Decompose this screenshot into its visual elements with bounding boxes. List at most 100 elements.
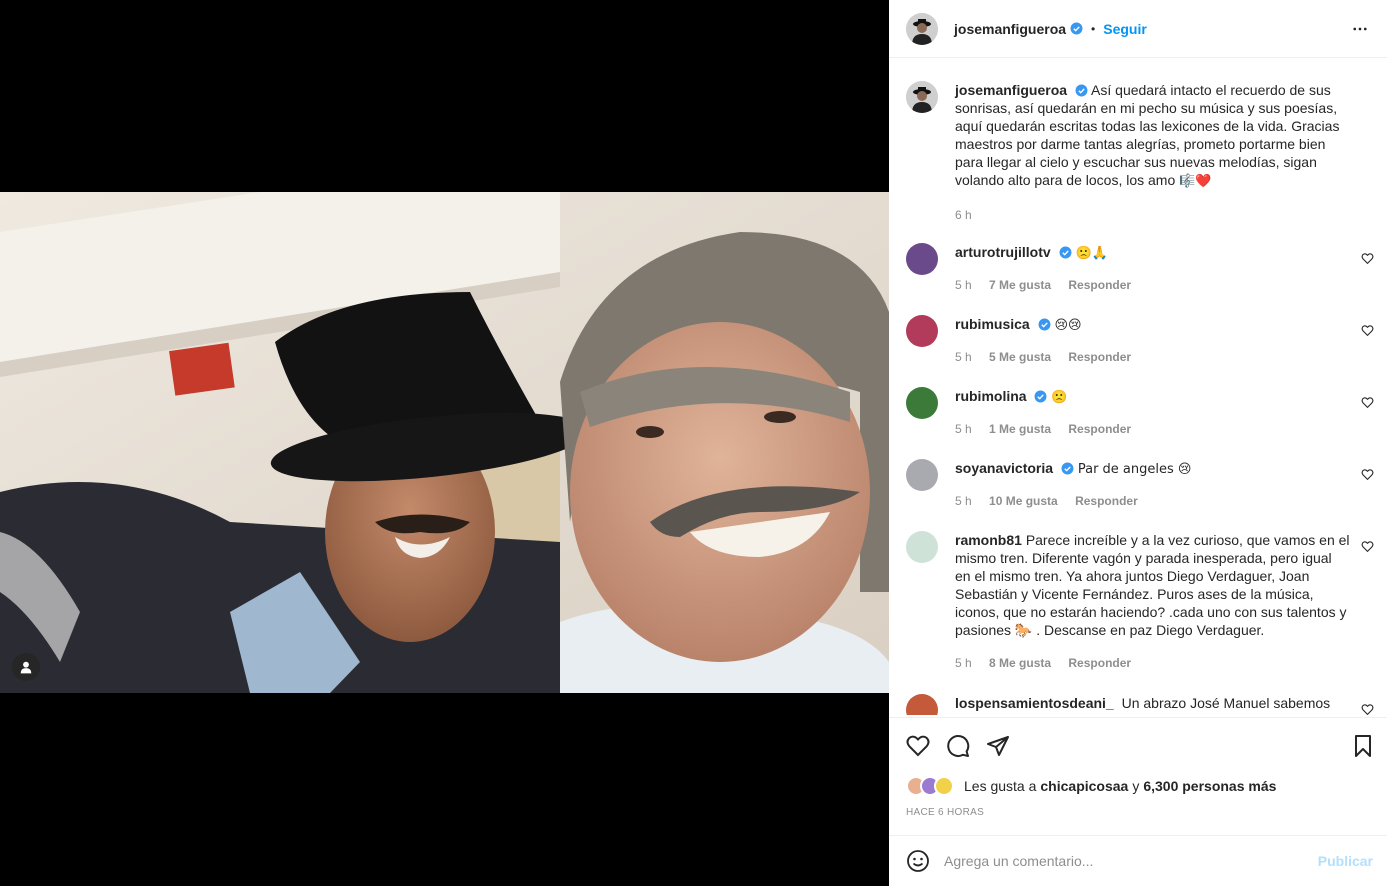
verified-badge-icon — [1059, 246, 1072, 259]
likes-connector: y — [1132, 778, 1140, 794]
comment-meta: 5 h 7 Me gusta Responder — [955, 278, 1145, 292]
caption-time: 6 h — [955, 208, 972, 222]
like-comment-heart-icon[interactable] — [1361, 468, 1374, 481]
comment-time: 5 h — [955, 422, 972, 436]
caption-username[interactable]: josemanfigueroa — [955, 82, 1067, 98]
comment-text-block: arturotrujillotv 🙁🙏 — [955, 243, 1350, 263]
like-comment-heart-icon[interactable] — [1361, 324, 1374, 337]
like-comment-heart-icon[interactable] — [1361, 703, 1374, 715]
more-options-icon[interactable] — [1351, 20, 1369, 38]
verified-badge-icon — [1034, 390, 1047, 403]
comment-item: rubimolina 🙁 5 h 1 Me gusta Responder — [906, 387, 1376, 447]
comment-item: rubimusica 😢😢 5 h 5 Me gusta Responder — [906, 315, 1376, 375]
post-media — [0, 0, 889, 886]
publish-button[interactable]: Publicar — [1318, 853, 1373, 869]
post-header: josemanfigueroa • Seguir — [889, 0, 1387, 58]
comment-likes[interactable]: 5 Me gusta — [989, 350, 1051, 364]
post-caption: josemanfigueroa Así quedará intacto el r… — [906, 81, 1376, 231]
like-comment-heart-icon[interactable] — [1361, 540, 1374, 553]
photo-illustration — [0, 192, 889, 693]
caption-meta: 6 h — [955, 208, 986, 222]
verified-badge-icon — [1061, 462, 1074, 475]
comment-likes[interactable]: 1 Me gusta — [989, 422, 1051, 436]
commenter-username[interactable]: ramonb81 — [955, 532, 1022, 548]
comment-text-block: ramonb81 Parece increíble y a la vez cur… — [955, 531, 1350, 639]
comment-time: 5 h — [955, 278, 972, 292]
comment-text: Par de angeles 😢 — [1077, 462, 1192, 477]
follow-button[interactable]: Seguir — [1103, 21, 1147, 37]
comment-meta: 5 h 10 Me gusta Responder — [955, 494, 1152, 508]
commenter-avatar[interactable] — [906, 315, 938, 347]
comment-meta: 5 h 8 Me gusta Responder — [955, 656, 1145, 670]
likes-count[interactable]: 6,300 personas más — [1143, 778, 1276, 794]
verified-badge-icon — [1075, 84, 1088, 97]
instagram-post-modal: josemanfigueroa • Seguir josemanfigueroa… — [0, 0, 1387, 886]
user-icon — [20, 661, 32, 674]
like-comment-heart-icon[interactable] — [1361, 252, 1374, 265]
comments-list[interactable]: josemanfigueroa Así quedará intacto el r… — [889, 59, 1387, 715]
post-side-panel: josemanfigueroa • Seguir josemanfigueroa… — [889, 0, 1387, 886]
commenter-avatar[interactable] — [906, 243, 938, 275]
share-paper-plane-icon[interactable] — [986, 734, 1010, 758]
avatar-image — [906, 12, 938, 45]
commenter-username[interactable]: soyanavictoria — [955, 460, 1053, 476]
author-avatar[interactable] — [906, 81, 938, 113]
comment-text: 🙁 — [1051, 390, 1068, 405]
comment-text-block: lospensamientosdeani_ Un abrazo José Man… — [955, 694, 1350, 715]
caption-text-block: josemanfigueroa Así quedará intacto el r… — [955, 81, 1355, 191]
post-timestamp[interactable]: HACE 6 HORAS — [906, 807, 984, 818]
commenter-avatar[interactable] — [906, 459, 938, 491]
comment-time: 5 h — [955, 656, 972, 670]
comment-text: 😢😢 — [1054, 318, 1082, 333]
commenter-username[interactable]: lospensamientosdeani_ — [955, 695, 1114, 711]
reply-button[interactable]: Responder — [1068, 422, 1131, 436]
reply-button[interactable]: Responder — [1068, 350, 1131, 364]
likes-summary: Les gusta a chicapicosaa y 6,300 persona… — [906, 776, 1276, 796]
commenter-avatar[interactable] — [906, 694, 938, 715]
verified-badge-icon — [1038, 318, 1051, 331]
comment-meta: 5 h 5 Me gusta Responder — [955, 350, 1145, 364]
tagged-users-button[interactable] — [12, 653, 40, 681]
comment-input[interactable] — [944, 853, 1304, 869]
liker-avatar — [934, 776, 954, 796]
add-comment-bar: Publicar — [889, 835, 1387, 886]
liker-avatars — [906, 776, 954, 796]
verified-badge-icon — [1070, 22, 1083, 35]
commenter-avatar[interactable] — [906, 387, 938, 419]
comment-likes[interactable]: 10 Me gusta — [989, 494, 1058, 508]
comment-item: ramonb81 Parece increíble y a la vez cur… — [906, 531, 1376, 671]
comment-text-block: rubimusica 😢😢 — [955, 315, 1350, 335]
reply-button[interactable]: Responder — [1075, 494, 1138, 508]
comment-meta: 5 h 1 Me gusta Responder — [955, 422, 1145, 436]
comment-text: 🙁🙏 — [1075, 246, 1108, 261]
comment-item: lospensamientosdeani_ Un abrazo José Man… — [906, 694, 1376, 715]
commenter-username[interactable]: arturotrujillotv — [955, 244, 1051, 260]
comment-text-block: soyanavictoria Par de angeles 😢 — [955, 459, 1350, 479]
comment-time: 5 h — [955, 350, 972, 364]
commenter-username[interactable]: rubimusica — [955, 316, 1030, 332]
author-username[interactable]: josemanfigueroa — [954, 21, 1066, 37]
comment-item: soyanavictoria Par de angeles 😢 5 h 10 M… — [906, 459, 1376, 519]
emoji-picker-icon[interactable] — [906, 849, 930, 873]
like-heart-icon[interactable] — [906, 734, 930, 758]
liker-username[interactable]: chicapicosaa — [1040, 778, 1128, 794]
comment-item: arturotrujillotv 🙁🙏 5 h 7 Me gusta Respo… — [906, 243, 1376, 303]
avatar-image — [906, 81, 938, 113]
reply-button[interactable]: Responder — [1068, 278, 1131, 292]
post-actions-bar: Les gusta a chicapicosaa y 6,300 persona… — [889, 717, 1387, 837]
commenter-username[interactable]: rubimolina — [955, 388, 1027, 404]
save-bookmark-icon[interactable] — [1351, 734, 1375, 758]
post-photo[interactable] — [0, 192, 889, 693]
comment-time: 5 h — [955, 494, 972, 508]
caption-emoji: 🎼❤️ — [1179, 174, 1212, 189]
reply-button[interactable]: Responder — [1068, 656, 1131, 670]
commenter-avatar[interactable] — [906, 531, 938, 563]
like-comment-heart-icon[interactable] — [1361, 396, 1374, 409]
comment-likes[interactable]: 7 Me gusta — [989, 278, 1051, 292]
separator-dot: • — [1091, 21, 1096, 36]
likes-prefix: Les gusta a — [964, 778, 1037, 794]
author-avatar[interactable] — [906, 12, 938, 45]
comment-text-block: rubimolina 🙁 — [955, 387, 1350, 407]
comment-likes[interactable]: 8 Me gusta — [989, 656, 1051, 670]
comment-bubble-icon[interactable] — [946, 734, 970, 758]
